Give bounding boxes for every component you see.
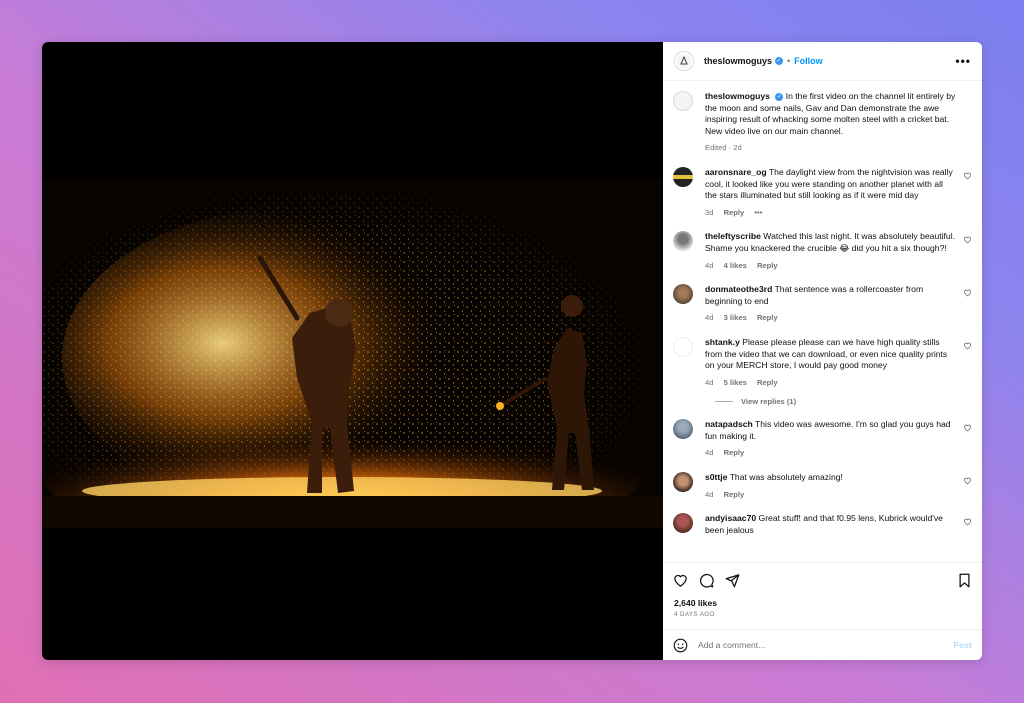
- comment-time: 4d: [705, 377, 714, 387]
- comment-likes[interactable]: 3 likes: [724, 313, 747, 322]
- comment-item: shtank.y Please please please can we hav…: [673, 336, 972, 388]
- commenter-avatar[interactable]: [673, 419, 693, 440]
- like-comment-heart-icon[interactable]: [963, 288, 972, 297]
- like-comment-heart-icon[interactable]: [963, 235, 972, 244]
- post-header: theslowmoguys ✓ • Follow •••: [663, 42, 982, 81]
- author-username[interactable]: theslowmoguys: [704, 56, 772, 66]
- post-comment-button[interactable]: Post: [953, 640, 972, 650]
- commenter-avatar[interactable]: [673, 513, 693, 534]
- comment-time: 3d: [705, 207, 714, 217]
- emoji-icon[interactable]: [673, 638, 688, 653]
- commenter-avatar[interactable]: [673, 336, 693, 357]
- comment-time: 4d: [705, 313, 714, 323]
- comment-item: andyisaac70 Great stuff! and that f0.95 …: [673, 513, 972, 536]
- view-replies-button[interactable]: View replies (1): [715, 397, 972, 406]
- replies-divider: [715, 401, 733, 403]
- reply-button[interactable]: Reply: [724, 490, 745, 499]
- like-heart-icon[interactable]: [673, 573, 688, 588]
- verified-badge-icon: ✓: [775, 92, 784, 101]
- reply-button[interactable]: Reply: [724, 448, 745, 457]
- like-comment-heart-icon[interactable]: [963, 341, 972, 350]
- post-sidebar: theslowmoguys ✓ • Follow ••• theslowmogu…: [663, 42, 982, 660]
- post-photo: [42, 178, 663, 528]
- comment-username[interactable]: shtank.y: [705, 337, 740, 347]
- share-send-icon[interactable]: [725, 573, 740, 588]
- slowmo-logo-icon: [677, 54, 691, 68]
- commenter-avatar[interactable]: [673, 231, 693, 252]
- comment-time: 4d: [705, 489, 714, 499]
- like-comment-heart-icon[interactable]: [963, 517, 972, 526]
- comment-username[interactable]: andyisaac70: [705, 513, 756, 523]
- comments-list[interactable]: theslowmoguys ✓ In the first video on th…: [663, 81, 982, 562]
- caption-username[interactable]: theslowmoguys: [705, 91, 770, 101]
- reply-button[interactable]: Reply: [724, 208, 745, 217]
- comment-item: theleftyscribe Watched this last night. …: [673, 231, 972, 271]
- reply-button[interactable]: Reply: [757, 378, 778, 387]
- post-dialog: theslowmoguys ✓ • Follow ••• theslowmogu…: [42, 42, 982, 660]
- like-comment-heart-icon[interactable]: [963, 171, 972, 180]
- comment-time: 4d: [705, 448, 714, 458]
- more-options-icon[interactable]: •••: [955, 54, 971, 68]
- like-comment-heart-icon[interactable]: [963, 423, 972, 432]
- likes-count[interactable]: 2,640 likes: [663, 598, 982, 608]
- comment-username[interactable]: donmateothe3rd: [705, 284, 772, 294]
- comment-item: natapadsch This video was awesome. I'm s…: [673, 419, 972, 459]
- commenter-avatar[interactable]: [673, 284, 693, 305]
- comment-input[interactable]: Add a comment...: [698, 640, 953, 650]
- add-comment-bar: Add a comment... Post: [663, 629, 982, 660]
- post-media[interactable]: [42, 42, 663, 660]
- comment-item: donmateothe3rd That sentence was a rolle…: [673, 284, 972, 324]
- commenter-avatar[interactable]: [673, 166, 693, 187]
- comment-likes[interactable]: 5 likes: [724, 378, 747, 387]
- comment-item: s0ttje That was absolutely amazing! 4d R…: [673, 472, 972, 500]
- comment-bubble-icon[interactable]: [699, 573, 714, 588]
- comment-username[interactable]: theleftyscribe: [705, 231, 761, 241]
- caption-avatar[interactable]: [673, 91, 693, 111]
- author-avatar[interactable]: [674, 51, 694, 71]
- posted-time: 4 DAYS AGO: [674, 611, 715, 618]
- like-comment-heart-icon[interactable]: [963, 476, 972, 485]
- comment-options-icon[interactable]: •••: [754, 208, 762, 217]
- comment-text: Please please please can we have high qu…: [705, 336, 948, 371]
- reply-button[interactable]: Reply: [757, 313, 778, 322]
- follow-button[interactable]: Follow: [794, 56, 823, 66]
- view-replies-label: View replies (1): [741, 397, 797, 407]
- caption: theslowmoguys ✓ In the first video on th…: [673, 91, 972, 154]
- commenter-avatar[interactable]: [673, 472, 693, 493]
- comment-time: 4d: [705, 260, 714, 270]
- verified-badge-icon: ✓: [775, 57, 784, 65]
- bookmark-icon[interactable]: [957, 573, 972, 588]
- comment-item: aaronsnare_og The daylight view from the…: [673, 166, 972, 218]
- separator: •: [787, 56, 791, 66]
- comment-username[interactable]: natapadsch: [705, 419, 753, 429]
- post-actions: [663, 562, 982, 598]
- comment-username[interactable]: aaronsnare_og: [705, 167, 767, 177]
- caption-meta: Edited · 2d: [705, 143, 742, 153]
- comment-text: That was absolutely amazing!: [729, 472, 843, 483]
- reply-button[interactable]: Reply: [757, 261, 778, 270]
- comment-likes[interactable]: 4 likes: [724, 261, 747, 270]
- comment-username[interactable]: s0ttje: [705, 472, 727, 482]
